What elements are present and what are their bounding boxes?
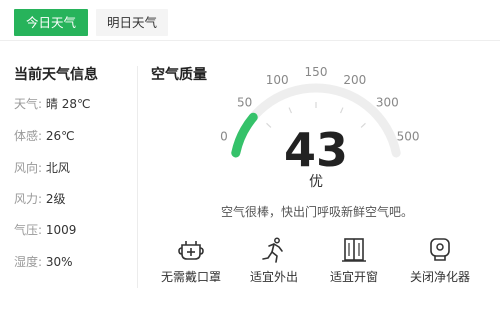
mask-icon [178, 241, 204, 260]
advice-mask[interactable]: 无需戴口罩 [151, 237, 231, 285]
gauge-scale-label: 100 [266, 73, 289, 87]
advice-go-out[interactable]: 适宜外出 [234, 237, 314, 285]
aqi-value: 43 [283, 123, 348, 177]
air-purifier-icon [430, 238, 450, 261]
aqi-level: 优 [309, 174, 323, 190]
gauge-scale-label: 50 [237, 96, 252, 110]
gauge-fill [231, 112, 258, 158]
gauge-scale-label: 0 [220, 130, 228, 144]
running-person-icon [262, 237, 283, 263]
aqi-description: 空气很棒，快出门呼吸新鲜空气吧。 [220, 205, 413, 219]
gauge-scale-label: 300 [376, 96, 399, 110]
advice-open-window[interactable]: 适宜开窗 [314, 237, 394, 285]
advice-go-out-label: 适宜外出 [249, 270, 298, 284]
advice-mask-label: 无需戴口罩 [160, 270, 221, 284]
gauge-scale-label: 150 [305, 65, 328, 79]
gauge-scale-label: 500 [397, 130, 420, 144]
advice-purifier[interactable]: 关闭净化器 [400, 237, 480, 285]
advice-purifier-label: 关闭净化器 [409, 270, 470, 284]
gauge-scale-label: 200 [343, 73, 366, 87]
advice-open-window-label: 适宜开窗 [329, 270, 378, 284]
gauge-tick [288, 107, 292, 114]
gauge-tick [340, 107, 344, 114]
window-icon [342, 238, 366, 262]
